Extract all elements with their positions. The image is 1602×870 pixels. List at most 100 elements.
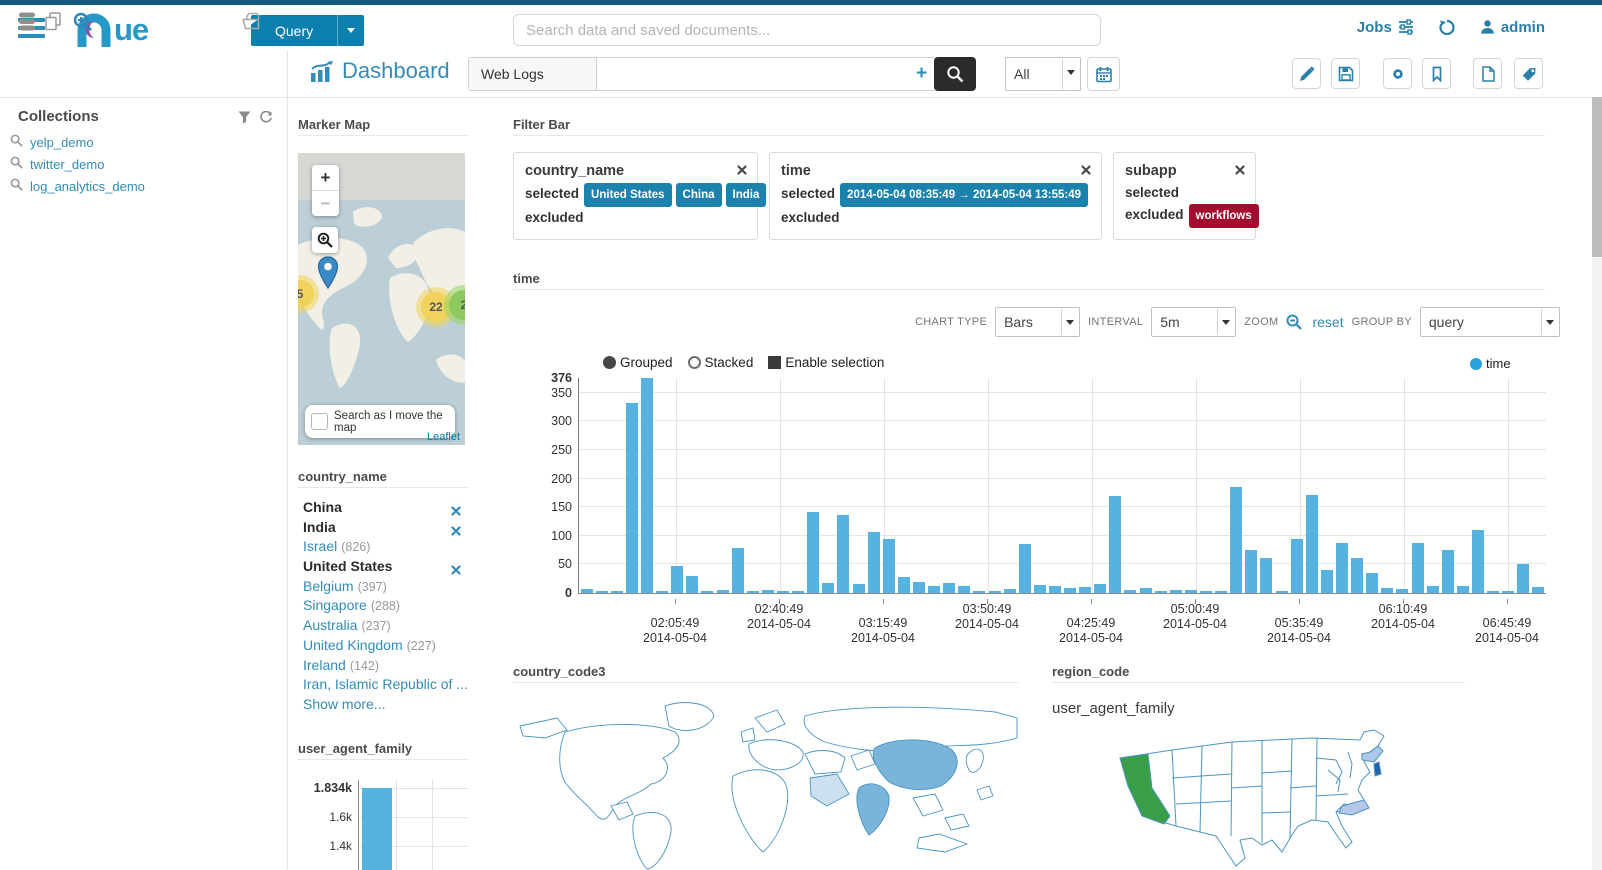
collection-item[interactable]: twitter_demo [10, 153, 270, 175]
time-chart-bar[interactable] [701, 591, 714, 593]
time-chart-bar[interactable] [792, 591, 805, 593]
folder-open-icon[interactable] [241, 12, 263, 37]
marker-map[interactable]: + − 5 22 2 Search as I move the map Leaf… [298, 153, 465, 445]
filter-value-badge[interactable]: United States [584, 183, 672, 207]
time-chart-bar[interactable] [852, 584, 865, 593]
time-chart-bar[interactable] [1305, 494, 1318, 593]
time-chart-bar[interactable] [1472, 530, 1484, 593]
query-button[interactable]: Query [251, 15, 365, 46]
time-chart-bar[interactable] [716, 589, 729, 593]
time-range-button[interactable] [1087, 57, 1120, 91]
group-by-select[interactable]: query [1419, 307, 1560, 337]
grouped-radio[interactable]: Grouped [603, 355, 673, 370]
user-menu[interactable]: admin [1480, 19, 1545, 36]
time-chart-bar[interactable] [1109, 495, 1122, 593]
facet-value-link[interactable]: Singapore [303, 597, 367, 613]
user-agent-family-bar[interactable] [362, 788, 392, 870]
filter-value-badge[interactable]: workflows [1188, 204, 1259, 228]
time-chart-bar[interactable] [776, 591, 789, 593]
dashboard-search-input[interactable] [597, 58, 908, 90]
chart-type-select[interactable]: Bars [995, 307, 1081, 337]
filter-value-badge[interactable]: China [675, 183, 722, 207]
time-chart-bar[interactable] [1366, 573, 1379, 593]
collection-item[interactable]: yelp_demo [10, 131, 270, 153]
time-chart-bar[interactable] [1426, 586, 1439, 593]
time-chart-bar[interactable] [1048, 586, 1061, 593]
time-chart-bar[interactable] [1245, 550, 1258, 593]
collection-item[interactable]: log_analytics_demo [10, 175, 270, 197]
time-chart-bar[interactable] [1275, 591, 1288, 593]
time-chart-bar[interactable] [580, 589, 593, 593]
time-chart-bar[interactable] [1441, 550, 1454, 593]
country-china[interactable] [872, 739, 958, 790]
index-name-box[interactable]: Web Logs [469, 58, 597, 90]
time-chart-bar[interactable] [1411, 542, 1424, 593]
country-india[interactable] [856, 783, 890, 836]
time-chart-bar[interactable] [1351, 557, 1364, 593]
zoom-out-reset-icon[interactable] [1286, 314, 1303, 330]
time-chart-bar[interactable] [656, 591, 669, 593]
time-chart-bar[interactable] [1169, 589, 1182, 593]
world-choropleth-map[interactable] [515, 698, 1018, 870]
map-magnify-button[interactable] [312, 227, 338, 253]
edit-dashboard-button[interactable] [1292, 58, 1321, 89]
time-chart-bar[interactable] [1184, 590, 1197, 593]
stacked-radio[interactable]: Stacked [687, 355, 753, 370]
filter-value-badge[interactable]: 2014-05-04 08:35:49 → 2014-05-04 13:55:4… [840, 183, 1089, 207]
time-chart-bar[interactable] [1260, 557, 1273, 593]
time-chart-bar[interactable] [1230, 487, 1243, 593]
jobs-link[interactable]: Jobs [1357, 19, 1414, 36]
leaflet-attribution-link[interactable]: Leaflet [427, 431, 460, 443]
bookmark-button[interactable] [1422, 58, 1451, 89]
facet-value-link[interactable]: Ireland [303, 657, 346, 673]
execute-search-button[interactable] [934, 57, 976, 91]
time-chart-bar[interactable] [882, 539, 895, 593]
time-chart-bar[interactable] [1018, 544, 1031, 593]
time-chart-bar[interactable] [1396, 589, 1409, 593]
time-chart-bar[interactable] [761, 589, 774, 593]
time-chart-bar[interactable] [1336, 542, 1349, 593]
time-chart-bar[interactable] [731, 547, 744, 593]
country-saudi-arabia[interactable] [809, 773, 850, 807]
time-chart-bar[interactable] [928, 586, 941, 593]
time-chart-bar[interactable] [595, 591, 608, 593]
facet-value-link[interactable]: Israel [303, 538, 337, 554]
time-chart-bar[interactable] [807, 511, 820, 593]
new-document-button[interactable] [1473, 58, 1502, 89]
time-chart-bar[interactable] [897, 577, 910, 593]
time-chart-bar[interactable] [973, 591, 986, 593]
time-chart-bar[interactable] [625, 402, 638, 593]
time-chart-bar[interactable] [958, 585, 971, 593]
time-chart-bar[interactable] [867, 531, 880, 593]
time-chart-bar[interactable] [988, 591, 1001, 593]
database-icon[interactable] [18, 12, 36, 37]
chart-legend[interactable]: time [1470, 356, 1511, 371]
time-chart-bar[interactable] [1200, 591, 1213, 593]
time-chart-bar[interactable] [1487, 590, 1500, 593]
filter-funnel-icon[interactable] [238, 111, 251, 124]
save-dashboard-button[interactable] [1331, 58, 1360, 89]
time-chart-bar[interactable] [1381, 588, 1394, 593]
time-chart-bar[interactable] [1079, 586, 1092, 593]
refresh-icon[interactable] [259, 111, 273, 124]
state-new-jersey[interactable] [1373, 761, 1382, 777]
filter-value-badge[interactable]: India [725, 183, 767, 207]
time-chart-bar[interactable] [1139, 588, 1152, 593]
history-link[interactable] [1438, 18, 1456, 36]
time-chart-bar[interactable] [1502, 591, 1515, 593]
time-chart-bar[interactable] [686, 576, 699, 593]
time-chart-bar[interactable] [610, 591, 623, 593]
time-chart-bar[interactable] [1124, 590, 1137, 593]
time-chart-bar[interactable] [1033, 585, 1046, 593]
facet-show-more-link[interactable]: Show more... [303, 696, 385, 712]
search-as-move-checkbox[interactable] [311, 413, 328, 430]
time-chart-bar[interactable] [1517, 564, 1530, 593]
time-chart-bar[interactable] [1215, 591, 1228, 593]
query-dropdown-caret[interactable] [337, 15, 364, 46]
time-chart-bar[interactable] [1154, 591, 1167, 593]
time-chart-bar[interactable] [837, 514, 850, 593]
time-chart-bar[interactable] [746, 591, 759, 593]
close-icon[interactable] [737, 162, 747, 180]
time-chart-bar[interactable] [912, 581, 925, 593]
map-zoom-in-button[interactable]: + [312, 165, 339, 190]
